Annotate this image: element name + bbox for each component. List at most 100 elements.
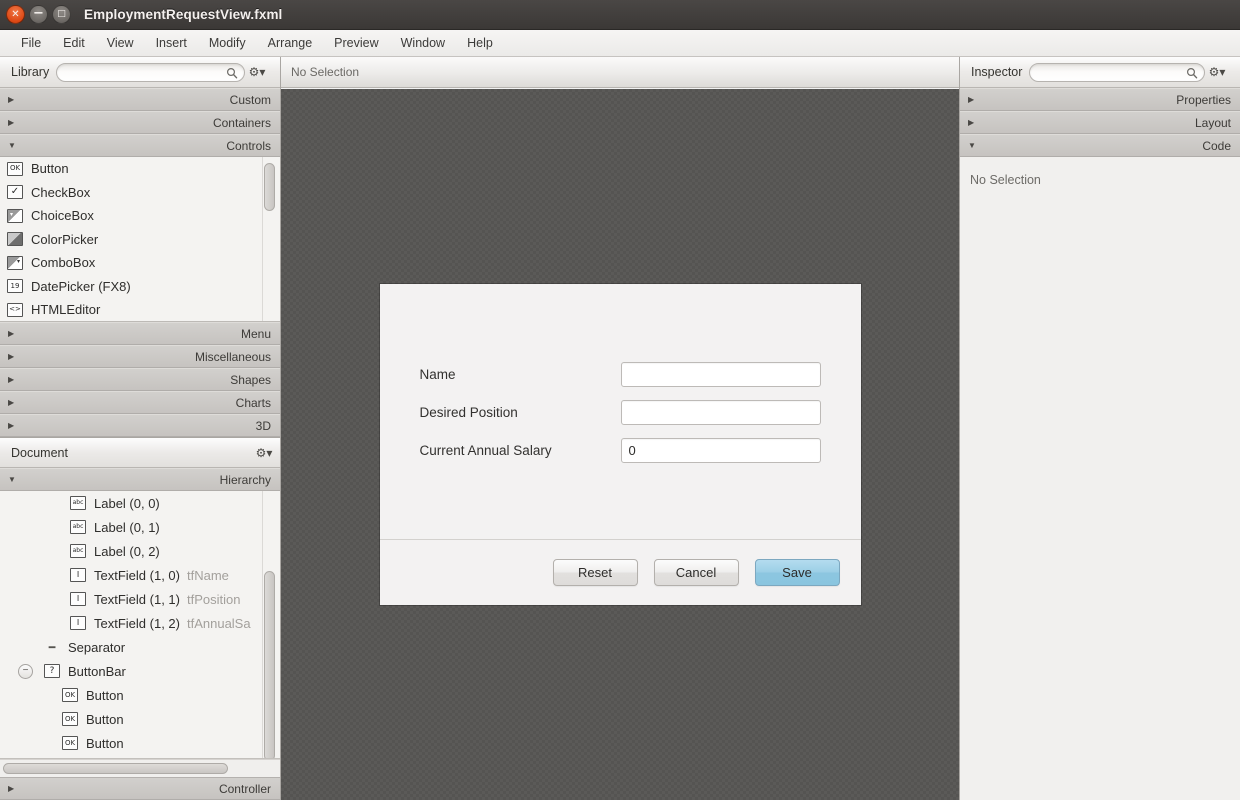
- library-header: Library ⚙▾: [0, 57, 280, 88]
- menu-modify[interactable]: Modify: [198, 33, 257, 53]
- menu-preview[interactable]: Preview: [323, 33, 389, 53]
- library-section-shapes[interactable]: ▶ Shapes: [0, 368, 280, 391]
- input-name[interactable]: [621, 362, 821, 387]
- tree-item-name: TextField (1, 1): [86, 592, 180, 607]
- tree-item-buttonbar[interactable]: − ? ButtonBar: [0, 659, 280, 683]
- menu-edit[interactable]: Edit: [52, 33, 96, 53]
- content-header: No Selection: [281, 57, 959, 88]
- label-desired-position: Desired Position: [420, 405, 621, 420]
- menu-insert[interactable]: Insert: [145, 33, 198, 53]
- library-section-containers[interactable]: ▶ Containers: [0, 111, 280, 134]
- inspector-panel: Inspector ⚙▾ ▶ Properties ▶ Layout ▼: [959, 57, 1240, 800]
- tree-item-button-3[interactable]: OK Button: [0, 731, 280, 755]
- menu-file[interactable]: File: [10, 33, 52, 53]
- tree-item-label-0-2[interactable]: abc Label (0, 2): [0, 539, 280, 563]
- library-item-combobox[interactable]: ▾ ComboBox: [0, 251, 280, 275]
- tree-item-textfield-tfposition[interactable]: I TextField (1, 1) tfPosition: [0, 587, 280, 611]
- tree-item-name: Label (0, 1): [86, 520, 160, 535]
- library-gear-icon[interactable]: ⚙▾: [247, 65, 267, 79]
- tree-item-name: TextField (1, 0): [86, 568, 180, 583]
- menu-help[interactable]: Help: [456, 33, 504, 53]
- design-canvas[interactable]: Name Desired Position Current Annual Sal…: [281, 89, 959, 800]
- document-panel: Document ⚙▾ ▼ Hierarchy abc Label (0, 0)…: [0, 437, 280, 800]
- hierarchy-tree[interactable]: abc Label (0, 0) abc Label (0, 1) abc La…: [0, 491, 280, 759]
- datepicker-icon: 19: [7, 279, 23, 293]
- library-item-label: ColorPicker: [23, 232, 98, 247]
- library-section-controls[interactable]: ▼ Controls: [0, 134, 280, 157]
- tree-item-name: ButtonBar: [60, 664, 126, 679]
- library-item-colorpicker[interactable]: ColorPicker: [0, 228, 280, 252]
- chevron-down-icon: ▼: [968, 141, 980, 150]
- library-item-label: DatePicker (FX8): [23, 279, 131, 294]
- library-section-label: Miscellaneous: [20, 350, 271, 364]
- document-section-controller[interactable]: ▶ Controller: [0, 777, 280, 800]
- close-button[interactable]: ✕: [6, 5, 25, 24]
- save-button[interactable]: Save: [755, 559, 840, 586]
- library-search-input[interactable]: [57, 65, 244, 82]
- document-gear-icon[interactable]: ⚙▾: [254, 446, 274, 460]
- library-section-miscellaneous[interactable]: ▶ Miscellaneous: [0, 345, 280, 368]
- collapse-toggle-icon[interactable]: −: [18, 664, 33, 679]
- maximize-button[interactable]: □: [52, 5, 71, 24]
- document-section-label: Hierarchy: [20, 473, 271, 487]
- document-section-hierarchy[interactable]: ▼ Hierarchy: [0, 468, 280, 491]
- tree-item-name: TextField (1, 2): [86, 616, 180, 631]
- inspector-header: Inspector ⚙▾: [960, 57, 1240, 88]
- library-item-datepicker[interactable]: 19 DatePicker (FX8): [0, 275, 280, 299]
- chevron-right-icon: ▶: [8, 375, 20, 384]
- library-item-button[interactable]: OK Button: [0, 157, 280, 181]
- document-section-label: Controller: [20, 782, 271, 796]
- tree-item-textfield-tfannualsalary[interactable]: I TextField (1, 2) tfAnnualSa: [0, 611, 280, 635]
- library-section-charts[interactable]: ▶ Charts: [0, 391, 280, 414]
- library-search-wrap: ⚙▾: [49, 63, 274, 82]
- library-search-box[interactable]: [56, 63, 245, 82]
- inspector-section-properties[interactable]: ▶ Properties: [960, 88, 1240, 111]
- unknown-icon: ?: [44, 664, 60, 678]
- library-section-menu[interactable]: ▶ Menu: [0, 322, 280, 345]
- library-section-3d[interactable]: ▶ 3D: [0, 414, 280, 437]
- tree-item-fxid: tfAnnualSa: [180, 616, 251, 631]
- cancel-button[interactable]: Cancel: [654, 559, 739, 586]
- inspector-gear-icon[interactable]: ⚙▾: [1207, 65, 1227, 79]
- library-item-label: ComboBox: [23, 255, 95, 270]
- minimize-button[interactable]: −: [29, 5, 48, 24]
- library-item-checkbox[interactable]: ✓ CheckBox: [0, 181, 280, 205]
- tree-item-label-0-0[interactable]: abc Label (0, 0): [0, 491, 280, 515]
- tree-item-button-2[interactable]: OK Button: [0, 707, 280, 731]
- menu-view[interactable]: View: [96, 33, 145, 53]
- hierarchy-scrollbar-thumb[interactable]: [264, 571, 275, 759]
- menu-arrange[interactable]: Arrange: [257, 33, 323, 53]
- tree-item-separator[interactable]: ━ Separator: [0, 635, 280, 659]
- minimize-icon: −: [33, 7, 44, 20]
- form-grid: Name Desired Position Current Annual Sal…: [420, 362, 821, 463]
- tree-item-label-0-1[interactable]: abc Label (0, 1): [0, 515, 280, 539]
- textfield-icon: I: [70, 568, 86, 582]
- library-scrollbar-thumb[interactable]: [264, 163, 275, 211]
- library-item-label: HTMLEditor: [23, 302, 100, 317]
- inspector-search-box[interactable]: [1029, 63, 1205, 82]
- content-panel: No Selection Name Desired Position Curre…: [281, 57, 959, 800]
- textfield-icon: I: [70, 592, 86, 606]
- library-item-htmleditor[interactable]: <> HTMLEditor: [0, 298, 280, 322]
- chevron-right-icon: ▶: [8, 329, 20, 338]
- input-current-annual-salary[interactable]: [621, 438, 821, 463]
- tree-item-name: Separator: [60, 640, 125, 655]
- inspector-section-label: Code: [980, 139, 1231, 153]
- hierarchy-horizontal-scrollbar[interactable]: [0, 759, 280, 777]
- inspector-search-input[interactable]: [1030, 65, 1204, 82]
- tree-item-button-1[interactable]: OK Button: [0, 683, 280, 707]
- hierarchy-hscroll-thumb[interactable]: [3, 763, 228, 774]
- input-desired-position[interactable]: [621, 400, 821, 425]
- reset-button[interactable]: Reset: [553, 559, 638, 586]
- library-section-custom[interactable]: ▶ Custom: [0, 88, 280, 111]
- inspector-section-layout[interactable]: ▶ Layout: [960, 111, 1240, 134]
- tree-item-name: Button: [78, 712, 124, 727]
- title-bar: ✕ − □ EmploymentRequestView.fxml: [0, 0, 1240, 30]
- library-item-choicebox[interactable]: ▾ ChoiceBox: [0, 204, 280, 228]
- tree-item-fxid: tfName: [180, 568, 229, 583]
- tree-item-textfield-tfname[interactable]: I TextField (1, 0) tfName: [0, 563, 280, 587]
- menu-window[interactable]: Window: [390, 33, 456, 53]
- button-icon: OK: [62, 736, 78, 750]
- library-item-list[interactable]: OK Button ✓ CheckBox ▾ ChoiceBox ColorPi…: [0, 157, 280, 322]
- inspector-section-code[interactable]: ▼ Code: [960, 134, 1240, 157]
